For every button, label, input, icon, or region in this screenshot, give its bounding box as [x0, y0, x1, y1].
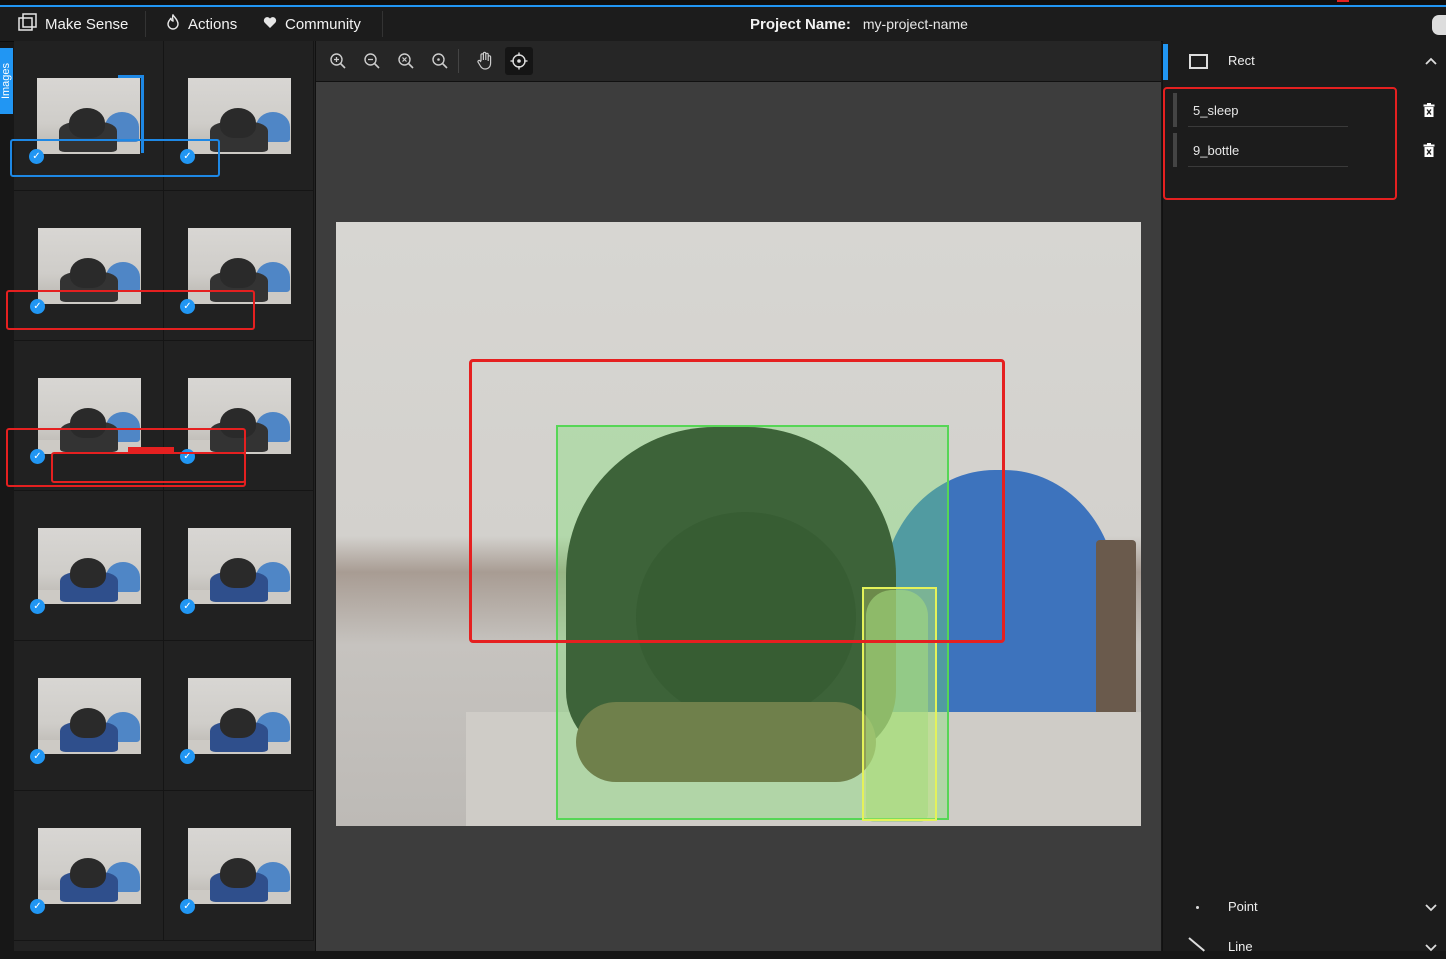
thumbnail-item[interactable]: ✓ — [14, 791, 164, 941]
hand-icon[interactable] — [471, 47, 499, 75]
heart-icon — [263, 16, 277, 33]
rect-title: Rect — [1228, 53, 1255, 68]
zoom-in-icon[interactable] — [324, 47, 352, 75]
line-icon — [1188, 937, 1205, 952]
thumbnail-image — [38, 528, 141, 604]
red-highlight-bar — [128, 447, 174, 452]
navbar-divider — [382, 11, 383, 37]
thumbnail-image — [188, 678, 291, 754]
blue-highlight-line — [141, 75, 144, 153]
app-name: Make Sense — [45, 15, 129, 33]
red-highlight-box — [1163, 87, 1397, 200]
toolbar-divider — [458, 49, 459, 73]
brand[interactable]: Make Sense — [18, 7, 128, 41]
check-circle-icon: ✓ — [180, 599, 195, 614]
red-highlight-box — [6, 290, 255, 330]
thumbnail-item[interactable]: ✓ — [164, 491, 314, 641]
check-circle-icon: ✓ — [30, 899, 45, 914]
check-circle-icon: ✓ — [180, 749, 195, 764]
images-panel: ✓ ✓ ✓ ✓ ✓ ✓ ✓ ✓ ✓ ✓ ✓ ✓ — [14, 41, 316, 951]
zoom-fit-icon[interactable] — [392, 47, 420, 75]
actions-label: Actions — [188, 15, 238, 33]
thumbnail-image — [188, 828, 291, 904]
labels-panel: Rect 5_sleep 9_bottle Point Line — [1162, 41, 1446, 954]
check-circle-icon: ✓ — [30, 749, 45, 764]
line-section-header[interactable]: Line — [1163, 935, 1446, 959]
thumbnail-image — [38, 828, 141, 904]
images-side-tab[interactable]: Images — [0, 48, 13, 114]
thumbnail-image — [38, 678, 141, 754]
community-label: Community — [285, 15, 361, 33]
thumbnail-item[interactable]: ✓ — [14, 641, 164, 791]
thumbnail-image — [188, 528, 291, 604]
fire-icon — [166, 13, 180, 34]
check-circle-icon: ✓ — [30, 599, 45, 614]
project-name-label: Project Name: — [750, 15, 851, 33]
red-highlight-box — [51, 452, 246, 483]
project-name-value[interactable]: my-project-name — [863, 16, 968, 32]
editor-toolbar — [316, 41, 1161, 82]
point-section-header[interactable]: Point — [1163, 895, 1446, 919]
images-tab-label: Images — [0, 62, 13, 100]
chevron-down-icon[interactable] — [1425, 941, 1437, 955]
blue-highlight-line — [118, 75, 144, 78]
top-red-mark — [1337, 0, 1349, 2]
zoom-out-icon[interactable] — [358, 47, 386, 75]
point-title: Point — [1228, 899, 1258, 914]
red-highlight-box — [469, 359, 1005, 643]
image-chair-leg — [1096, 540, 1136, 730]
github-icon[interactable] — [1432, 15, 1446, 35]
actions-menu[interactable]: Actions — [166, 7, 237, 41]
thumbnail-item[interactable]: ✓ — [164, 791, 314, 941]
rect-section-header[interactable]: Rect — [1163, 41, 1446, 81]
crosshair-icon[interactable] — [505, 47, 533, 75]
thumbnail-item[interactable]: ✓ — [14, 491, 164, 641]
zoom-max-icon[interactable] — [426, 47, 454, 75]
point-icon — [1196, 906, 1199, 909]
chevron-down-icon[interactable] — [1425, 901, 1437, 915]
delete-icon[interactable] — [1423, 143, 1435, 157]
chevron-up-icon[interactable] — [1425, 54, 1437, 68]
logo-icon — [18, 13, 37, 35]
delete-icon[interactable] — [1423, 103, 1435, 117]
line-title: Line — [1228, 939, 1253, 954]
top-navbar: Make Sense Actions Community Project Nam… — [0, 7, 1446, 42]
active-accent — [1163, 44, 1168, 80]
rectangle-icon — [1189, 54, 1208, 69]
blue-highlight-box — [10, 139, 220, 177]
thumbnail-item[interactable]: ✓ — [164, 641, 314, 791]
navbar-divider — [145, 11, 146, 37]
community-menu[interactable]: Community — [263, 7, 361, 41]
check-circle-icon: ✓ — [180, 899, 195, 914]
project-name-area[interactable]: Project Name: my-project-name — [750, 7, 968, 41]
